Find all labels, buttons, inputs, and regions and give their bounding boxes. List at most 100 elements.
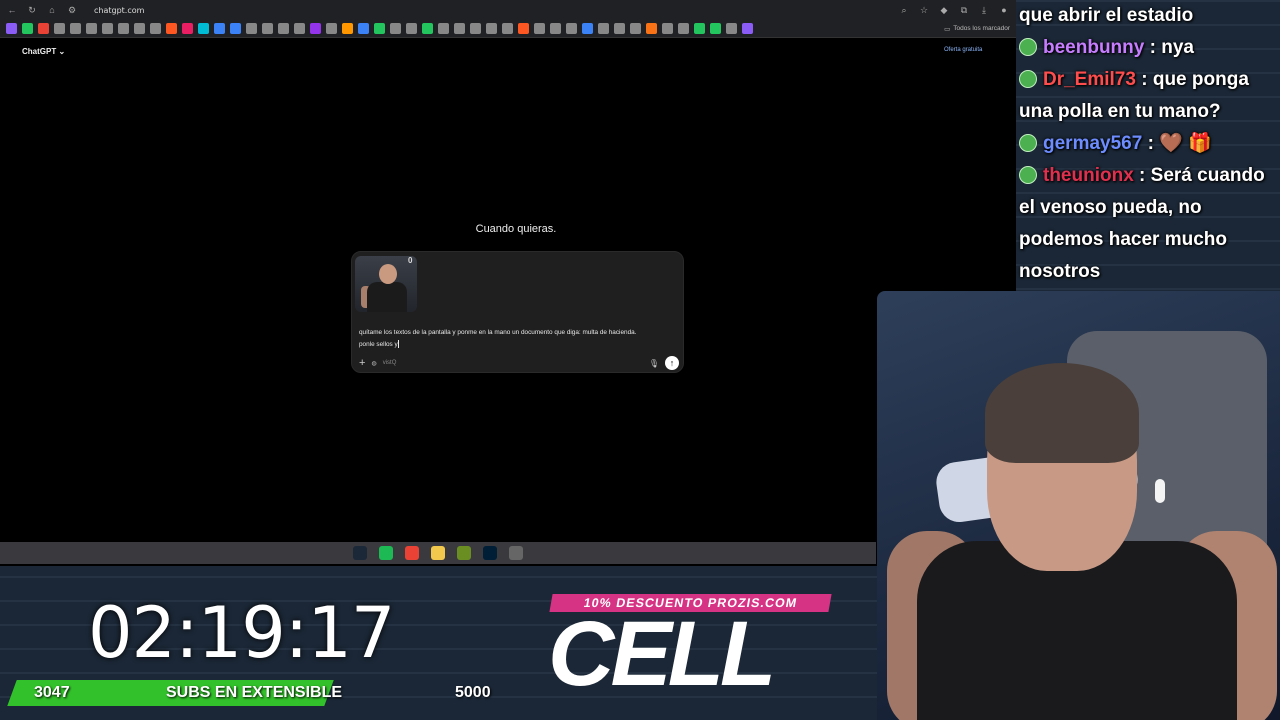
chat-badge-icon xyxy=(1019,166,1037,184)
bookmark-icon[interactable] xyxy=(310,23,321,34)
extensions-menu-icon[interactable]: ⧉ xyxy=(958,4,970,16)
back-icon[interactable]: ← xyxy=(6,4,18,16)
chrome-icon[interactable] xyxy=(405,546,419,560)
message-composer[interactable]: 0 quítame los textos de la pantalla y po… xyxy=(351,251,684,373)
bookmark-icon[interactable] xyxy=(118,23,129,34)
model-selector[interactable]: ChatGPT ⌄ xyxy=(22,47,65,56)
stream-timer: 02:19:17 xyxy=(88,592,395,674)
chat-text: : 🤎 🎁 xyxy=(1142,133,1212,154)
bookmark-icon[interactable] xyxy=(438,23,449,34)
bookmark-star-icon[interactable]: ☆ xyxy=(918,4,930,16)
bookmark-icon[interactable] xyxy=(214,23,225,34)
bookmark-icon[interactable] xyxy=(406,23,417,34)
bookmark-icon[interactable] xyxy=(278,23,289,34)
subs-current: 3047 xyxy=(34,684,70,701)
bookmark-icon[interactable] xyxy=(326,23,337,34)
bookmark-icon[interactable] xyxy=(726,23,737,34)
steam-icon[interactable] xyxy=(353,546,367,560)
bookmark-icon[interactable] xyxy=(710,23,721,34)
bookmark-icon[interactable] xyxy=(358,23,369,34)
bookmark-icon[interactable] xyxy=(262,23,273,34)
bookmark-icon[interactable] xyxy=(630,23,641,34)
tool-globe-icon[interactable]: ◍ xyxy=(371,360,376,367)
browser-window: ← ↻ ⌂ ⚙ chatgpt.com ⌕ ☆ ◆ ⧉ ⤓ ● ▭ Todos … xyxy=(0,0,1016,566)
bookmark-icon[interactable] xyxy=(182,23,193,34)
bookmark-icon[interactable] xyxy=(486,23,497,34)
spotify-icon[interactable] xyxy=(379,546,393,560)
bookmark-icon[interactable] xyxy=(678,23,689,34)
files-icon[interactable] xyxy=(431,546,445,560)
bookmark-icon[interactable] xyxy=(54,23,65,34)
bookmarks-folder[interactable]: ▭ Todos los marcador xyxy=(944,25,1010,33)
bookmark-icon[interactable] xyxy=(550,23,561,34)
composer-input[interactable]: quítame los textos de la pantalla y ponm… xyxy=(359,327,679,351)
bookmark-icon[interactable] xyxy=(70,23,81,34)
bookmark-icon[interactable] xyxy=(230,23,241,34)
bookmark-icon[interactable] xyxy=(134,23,145,34)
bookmark-icon[interactable] xyxy=(454,23,465,34)
bookmark-icon[interactable] xyxy=(518,23,529,34)
bookmark-icon[interactable] xyxy=(694,23,705,34)
download-icon[interactable]: ⤓ xyxy=(978,4,990,16)
chat-message: beenbunny : nya xyxy=(1019,32,1280,64)
chat-message: Dr_Emil73 : que ponga una polla en tu ma… xyxy=(1019,64,1280,128)
subs-goal-bar: 3047 SUBS EN EXTENSIBLE 5000 xyxy=(0,680,520,706)
bookmark-icon[interactable] xyxy=(614,23,625,34)
bookmark-icon[interactable] xyxy=(294,23,305,34)
chat-badge-icon xyxy=(1019,134,1037,152)
tool-label[interactable]: vistQ xyxy=(383,360,397,366)
bookmark-icon[interactable] xyxy=(6,23,17,34)
extension-icon[interactable]: ◆ xyxy=(938,4,950,16)
reload-icon[interactable]: ↻ xyxy=(26,4,38,16)
bookmark-icon[interactable] xyxy=(742,23,753,34)
bookmark-icon[interactable] xyxy=(470,23,481,34)
stream-frame: ← ↻ ⌂ ⚙ chatgpt.com ⌕ ☆ ◆ ⧉ ⤓ ● ▭ Todos … xyxy=(0,0,1280,720)
bookmark-icon[interactable] xyxy=(22,23,33,34)
obs-icon[interactable] xyxy=(509,546,523,560)
app-icon[interactable] xyxy=(457,546,471,560)
windows-taskbar xyxy=(0,542,876,564)
bookmark-icon[interactable] xyxy=(646,23,657,34)
site-info-icon[interactable]: ⚙ xyxy=(66,4,78,16)
chat-username[interactable]: germay567 xyxy=(1043,133,1142,154)
chat-username[interactable]: Dr_Emil73 xyxy=(1043,69,1136,90)
bookmark-icon[interactable] xyxy=(566,23,577,34)
profile-avatar-icon[interactable]: ● xyxy=(998,4,1010,16)
bookmark-icon[interactable] xyxy=(598,23,609,34)
bookmarks-bar: ▭ Todos los marcador xyxy=(0,20,1016,38)
bookmark-icon[interactable] xyxy=(422,23,433,34)
address-bar[interactable]: chatgpt.com xyxy=(94,6,890,15)
bookmark-icon[interactable] xyxy=(38,23,49,34)
bookmark-icon[interactable] xyxy=(198,23,209,34)
composer-toolbar: + ◍ vistQ 🎙 ↑ xyxy=(359,356,679,370)
bookmark-icon[interactable] xyxy=(342,23,353,34)
bookmark-icon[interactable] xyxy=(582,23,593,34)
offer-link[interactable]: Oferta gratuita xyxy=(944,47,982,53)
bookmark-icon[interactable] xyxy=(374,23,385,34)
send-button[interactable]: ↑ xyxy=(665,356,679,370)
bookmark-icon[interactable] xyxy=(166,23,177,34)
bookmark-icon[interactable] xyxy=(662,23,673,34)
bookmark-icon[interactable] xyxy=(86,23,97,34)
remove-attachment-button[interactable]: 0 xyxy=(408,256,412,265)
photoshop-icon[interactable] xyxy=(483,546,497,560)
text-cursor xyxy=(397,340,399,349)
chat-username[interactable]: beenbunny xyxy=(1043,37,1144,58)
microphone-icon[interactable]: 🎙 xyxy=(649,359,659,368)
sponsor-logo: CELL xyxy=(548,603,776,705)
page-title: Cuando quieras. xyxy=(475,223,557,235)
home-icon[interactable]: ⌂ xyxy=(46,4,58,16)
bookmark-icon[interactable] xyxy=(534,23,545,34)
add-attachment-button[interactable]: + xyxy=(359,357,365,369)
bookmark-icon[interactable] xyxy=(102,23,113,34)
browser-toolbar: ← ↻ ⌂ ⚙ chatgpt.com ⌕ ☆ ◆ ⧉ ⤓ ● xyxy=(0,0,1016,20)
bookmark-icon[interactable] xyxy=(150,23,161,34)
zoom-icon[interactable]: ⌕ xyxy=(898,4,910,16)
folder-icon: ▭ xyxy=(944,25,951,33)
bookmark-icon[interactable] xyxy=(390,23,401,34)
bookmark-icon[interactable] xyxy=(502,23,513,34)
twitch-chat: que abrir el estadio beenbunny : nya Dr_Em… xyxy=(1019,0,1280,292)
chat-text: que abrir el estadio xyxy=(1019,5,1194,26)
bookmark-icon[interactable] xyxy=(246,23,257,34)
chat-username[interactable]: theunionx xyxy=(1043,165,1134,186)
